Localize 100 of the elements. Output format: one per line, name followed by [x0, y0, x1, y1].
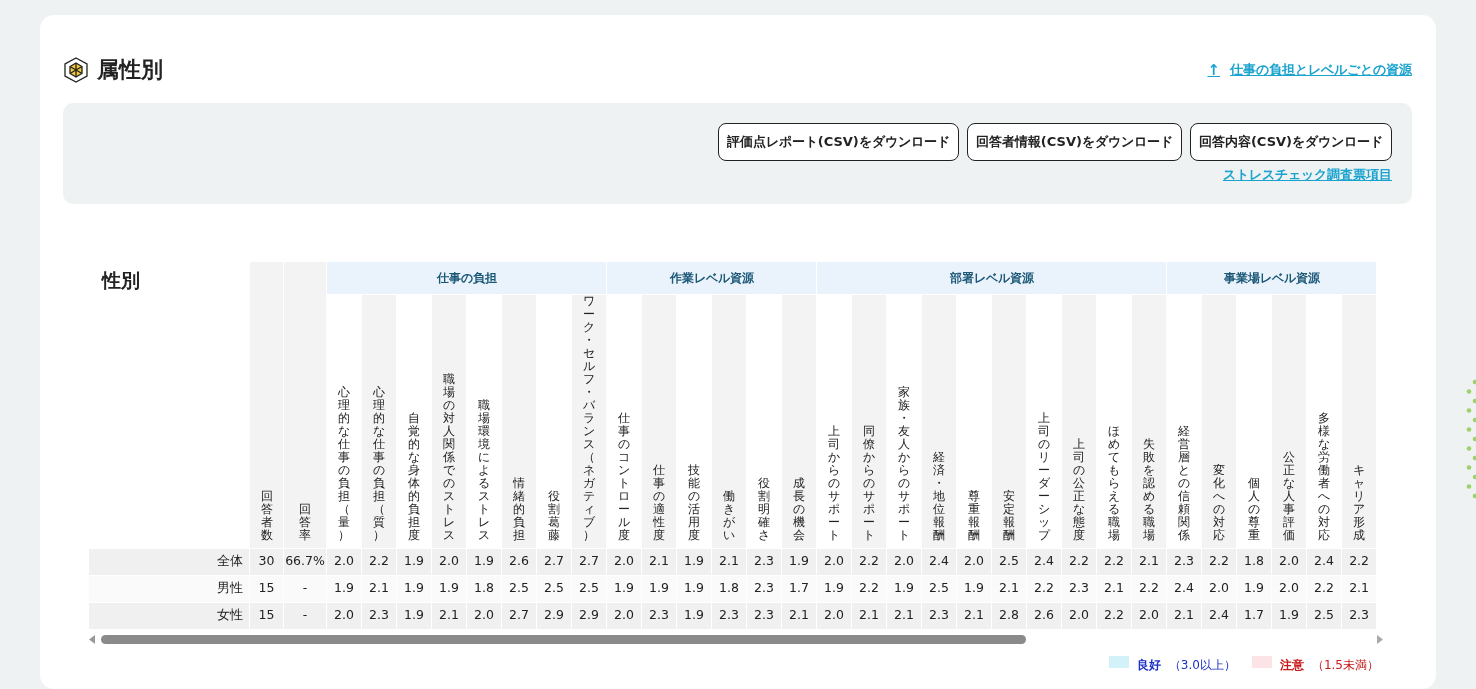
- table-cell: 2.2: [1132, 575, 1168, 603]
- column-header: 心理的な仕事の負担（量）: [338, 386, 350, 544]
- column-header: ほめてもらえる職場: [1108, 424, 1121, 544]
- column-header: 自覚的な身体的負担度: [408, 411, 420, 544]
- table-cell: 2.0: [432, 548, 467, 576]
- table-cell: 1.9: [397, 602, 432, 630]
- column-header: 個人の尊重: [1248, 476, 1261, 544]
- table-cell: 2.9: [572, 602, 607, 630]
- table-cell: 2.0: [817, 602, 853, 630]
- scroll-left-icon[interactable]: [89, 635, 95, 644]
- table-cell: 2.5: [922, 575, 958, 603]
- table-cell: 2.3: [1342, 602, 1378, 630]
- table-cell: 2.0: [1202, 575, 1238, 603]
- row-label: 男性: [89, 575, 250, 603]
- table-cell: 1.9: [607, 575, 642, 603]
- table-cell: 1.9: [677, 575, 712, 603]
- table-cell: 2.7: [572, 548, 607, 576]
- row-label: 全体: [89, 548, 250, 576]
- legend-label: 注意: [1279, 656, 1304, 674]
- table-cell: 15: [250, 602, 284, 630]
- table-cell: 1.7: [782, 575, 818, 603]
- group-header: 部署レベル資源: [817, 262, 1168, 296]
- table-cell: 15: [250, 575, 284, 603]
- table-cell: 2.5: [1307, 602, 1343, 630]
- group-header: 作業レベル資源: [607, 262, 818, 296]
- table-cell: 2.4: [1307, 548, 1343, 576]
- hexagon-icon: [63, 57, 89, 84]
- table-cell: 2.1: [782, 602, 818, 630]
- table-cell: 2.3: [747, 548, 782, 576]
- table-cell: 2.4: [1027, 548, 1063, 576]
- table-cell: 2.0: [817, 548, 853, 576]
- table-cell: 2.1: [1342, 575, 1378, 603]
- legend-note: （1.5未満）: [1311, 656, 1379, 674]
- table-cell: 66.7%: [284, 548, 327, 576]
- table-cell: 2.1: [957, 602, 993, 630]
- table-cell: 2.1: [852, 602, 888, 630]
- table-cell: 2.8: [992, 602, 1028, 630]
- table-cell: 2.7: [502, 602, 537, 630]
- table-cell: 2.1: [992, 575, 1028, 603]
- scrollbar-thumb[interactable]: [101, 635, 1026, 644]
- table-cell: 2.0: [327, 602, 362, 630]
- column-header: 情緒的負担: [513, 476, 525, 544]
- table-cell: 2.3: [747, 575, 782, 603]
- table-cell: 1.9: [817, 575, 853, 603]
- table-cell: 2.0: [957, 548, 993, 576]
- column-header: 回答者数: [260, 489, 273, 544]
- group-header: 仕事の負担: [327, 262, 607, 296]
- table-cell: 2.0: [467, 602, 502, 630]
- column-header: 失敗を認める職場: [1143, 437, 1156, 544]
- column-header: 安定報酬: [1003, 489, 1016, 544]
- table-cell: 2.3: [747, 602, 782, 630]
- column-header: 職場環境によるストレス: [478, 399, 490, 544]
- table-cell: 1.9: [677, 602, 712, 630]
- table-cell: 2.3: [1167, 548, 1203, 576]
- download-button[interactable]: 回答者情報(CSV)をダウンロード: [966, 123, 1182, 161]
- table-cell: 2.0: [327, 548, 362, 576]
- table-cell: 1.9: [432, 575, 467, 603]
- column-header: 仕事のコントロール度: [618, 411, 630, 544]
- table-cell: 30: [250, 548, 284, 576]
- download-button[interactable]: 回答内容(CSV)をダウンロード: [1189, 123, 1392, 161]
- table-cell: 1.9: [327, 575, 362, 603]
- table-cell: 2.2: [1062, 548, 1098, 576]
- table-cell: -: [284, 575, 327, 603]
- table-cell: 2.2: [852, 548, 888, 576]
- download-button[interactable]: 評価点レポート(CSV)をダウンロード: [717, 123, 959, 161]
- column-header: 職場の対人関係でのストレス: [443, 373, 455, 544]
- column-header: 上司からのサポート: [828, 424, 841, 544]
- scroll-right-icon[interactable]: [1377, 635, 1383, 644]
- table-cell: 1.9: [677, 548, 712, 576]
- table-cell: 1.9: [467, 548, 502, 576]
- table-cell: 2.4: [1202, 602, 1238, 630]
- table-cell: 2.5: [502, 575, 537, 603]
- table-cell: 1.8: [467, 575, 502, 603]
- table-cell: 2.2: [1202, 548, 1238, 576]
- table-cell: 2.5: [537, 575, 572, 603]
- table-cell: 2.6: [502, 548, 537, 576]
- table-cell: 2.0: [1062, 602, 1098, 630]
- column-header: 変化への対応: [1213, 463, 1226, 544]
- table-cell: 2.3: [642, 602, 677, 630]
- table-cell: 2.9: [537, 602, 572, 630]
- column-header: 役割葛藤: [548, 489, 560, 544]
- table-cell: 2.5: [572, 575, 607, 603]
- table-cell: 1.9: [957, 575, 993, 603]
- column-header: 家族・友人からのサポート: [898, 386, 911, 544]
- table-cell: 2.0: [1272, 548, 1308, 576]
- table-cell: 2.2: [1097, 602, 1133, 630]
- table-cell: 2.3: [712, 602, 747, 630]
- column-header: 心理的な仕事の負担（質）: [373, 386, 385, 544]
- legend-label: 良好: [1136, 656, 1161, 674]
- table-cell: 2.7: [537, 548, 572, 576]
- table-cell: 2.1: [887, 602, 923, 630]
- column-header: 上司の公正な態度: [1073, 437, 1086, 544]
- table-cell: 2.0: [1132, 602, 1168, 630]
- table-cell: 2.1: [362, 575, 397, 603]
- table-cell: 2.2: [852, 575, 888, 603]
- column-header: キャリア形成: [1353, 463, 1366, 544]
- table-cell: 2.5: [992, 548, 1028, 576]
- table-cell: 1.9: [642, 575, 677, 603]
- table-cell: 2.1: [712, 548, 747, 576]
- section-title: 属性別: [97, 57, 163, 84]
